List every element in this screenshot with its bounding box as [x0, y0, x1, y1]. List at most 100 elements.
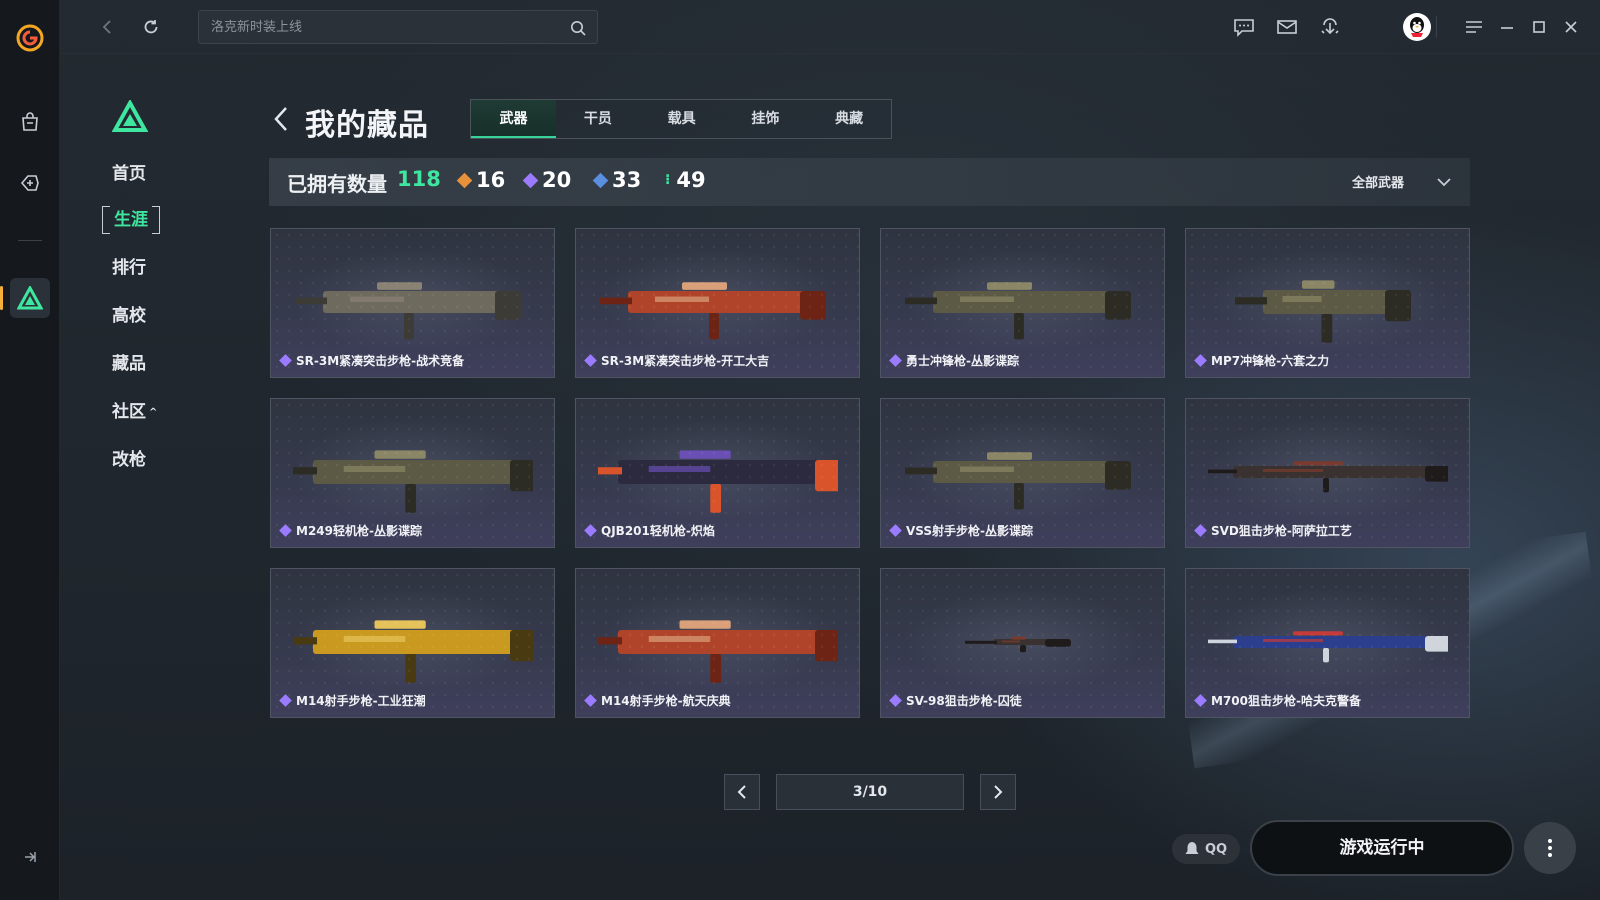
menu-item-gunsmith[interactable]: 改枪	[112, 446, 146, 474]
weapon-image	[598, 450, 838, 513]
weapon-name-label: QJB201轻机枪-炽焰	[601, 524, 715, 538]
purple-gem-icon	[522, 172, 539, 188]
weapon-image	[295, 282, 521, 340]
back-arrow-icon[interactable]	[94, 14, 120, 40]
menu-item-ranking[interactable]: 排行	[112, 254, 146, 282]
owned-count-value: 118	[397, 167, 441, 191]
vertical-dots-icon	[1548, 839, 1552, 857]
menu-item-community[interactable]: 社区 ^	[112, 398, 157, 426]
weapon-name-label: M14射手步枪-工业狂潮	[296, 694, 426, 708]
weapon-filter-dropdown[interactable]: 全部武器	[1352, 172, 1452, 191]
weapon-name: SVD狙击步枪-阿萨拉工艺	[1194, 522, 1352, 539]
weapon-card[interactable]: M249轻机枪-丛影谍踪	[270, 398, 555, 548]
weapon-name: 勇士冲锋枪-丛影谍踪	[889, 352, 1019, 369]
weapon-name: QJB201轻机枪-炽焰	[584, 522, 715, 539]
purple-gem-icon	[1194, 354, 1207, 367]
purple-gem-icon	[279, 524, 292, 537]
rarity-count-purple: 20	[522, 168, 572, 192]
rarity-value: 33	[612, 168, 642, 192]
weapon-name: SR-3M紧凑突击步枪-开工大吉	[584, 352, 770, 369]
blue-gem-icon	[592, 172, 609, 188]
menu-item-collection[interactable]: 藏品	[112, 350, 146, 378]
tab-vehicles[interactable]: 载具	[640, 100, 724, 138]
side-menu: 首页 生涯 排行 高校 藏品 社区 ^ 改枪	[60, 54, 260, 900]
weapon-image	[905, 452, 1131, 510]
weapon-grid: SR-3M紧凑突击步枪-战术竞备 SR-3M紧凑突击步枪-开工大吉 勇士冲锋枪-…	[270, 228, 1470, 718]
mail-icon[interactable]	[1275, 15, 1299, 39]
tab-charms[interactable]: 挂饰	[724, 100, 808, 138]
purple-gem-icon	[1194, 524, 1207, 537]
weapon-name-label: M14射手步枪-航天庆典	[601, 694, 731, 708]
weapon-image	[293, 450, 533, 513]
weapon-card[interactable]: QJB201轻机枪-炽焰	[575, 398, 860, 548]
weapon-image	[598, 620, 838, 683]
tab-archive[interactable]: 典藏	[807, 100, 891, 138]
weapon-image	[965, 636, 1071, 653]
menu-item-school[interactable]: 高校	[112, 302, 146, 330]
qq-bell-icon	[1185, 842, 1199, 854]
purple-gem-icon	[889, 354, 902, 367]
tag-plus-icon[interactable]	[10, 163, 50, 203]
weapon-filter-label: 全部武器	[1351, 176, 1404, 191]
weapon-name: M249轻机枪-丛影谍踪	[279, 522, 422, 539]
weapon-name-label: SR-3M紧凑突击步枪-开工大吉	[601, 354, 770, 368]
rarity-value: 16	[476, 168, 506, 192]
minimize-icon[interactable]	[1495, 15, 1519, 39]
topbar-divider	[1436, 16, 1437, 38]
menu-item-community-label: 社区	[112, 402, 146, 422]
page-indicator: 3/10	[776, 774, 964, 810]
close-icon[interactable]	[1559, 15, 1583, 39]
chat-icon[interactable]	[1232, 15, 1256, 39]
next-page-button[interactable]	[980, 774, 1016, 810]
maximize-icon[interactable]	[1527, 15, 1551, 39]
game-running-button[interactable]: 游戏运行中	[1250, 820, 1514, 876]
rarity-count-green: ⁝ 49	[665, 168, 706, 192]
delta-game-icon[interactable]	[0, 278, 50, 318]
top-bar	[60, 0, 1600, 54]
purple-gem-icon	[584, 694, 597, 707]
purple-gem-icon	[1194, 694, 1207, 707]
menu-icon[interactable]	[1462, 15, 1486, 39]
weapon-name-label: 勇士冲锋枪-丛影谍踪	[906, 354, 1019, 368]
weapon-card[interactable]: SR-3M紧凑突击步枪-战术竞备	[270, 228, 555, 378]
chevron-left-icon	[737, 785, 746, 799]
prev-page-button[interactable]	[724, 774, 760, 810]
chevron-right-icon	[994, 785, 1003, 799]
weapon-card[interactable]: M14射手步枪-工业狂潮	[270, 568, 555, 718]
app-logo-icon[interactable]	[10, 18, 50, 58]
search-icon[interactable]	[569, 19, 587, 37]
weapon-card[interactable]: M700狙击步枪-哈夫克警备	[1185, 568, 1470, 718]
weapon-card[interactable]: SR-3M紧凑突击步枪-开工大吉	[575, 228, 860, 378]
qq-login-badge[interactable]: QQ	[1172, 834, 1240, 864]
collapse-sidebar-icon[interactable]	[18, 845, 42, 869]
weapon-card[interactable]: SV-98狙击步枪-囚徒	[880, 568, 1165, 718]
weapon-card[interactable]: M14射手步枪-航天庆典	[575, 568, 860, 718]
weapon-card[interactable]: 勇士冲锋枪-丛影谍踪	[880, 228, 1165, 378]
user-avatar[interactable]	[1403, 13, 1431, 41]
weapon-name: SR-3M紧凑突击步枪-战术竞备	[279, 352, 464, 369]
download-icon[interactable]	[1318, 15, 1342, 39]
search-box	[198, 10, 598, 44]
weapon-card[interactable]: VSS射手步枪-丛影谍踪	[880, 398, 1165, 548]
weapon-card[interactable]: MP7冲锋枪-六套之力	[1185, 228, 1470, 378]
search-input[interactable]	[199, 11, 597, 43]
weapon-name: SV-98狙击步枪-囚徒	[889, 692, 1022, 709]
green-dot-icon: ⁝	[665, 172, 671, 188]
refresh-icon[interactable]	[138, 14, 164, 40]
weapon-image	[1235, 280, 1411, 343]
weapon-name: M14射手步枪-航天庆典	[584, 692, 731, 709]
tab-weapons[interactable]: 武器	[471, 100, 556, 138]
shop-bag-icon[interactable]	[10, 102, 50, 142]
rarity-count-orange: 16	[456, 168, 506, 192]
rarity-value: 20	[542, 168, 572, 192]
weapon-card[interactable]: SVD狙击步枪-阿萨拉工艺	[1185, 398, 1470, 548]
tab-operators[interactable]: 干员	[556, 100, 640, 138]
weapon-name-label: VSS射手步枪-丛影谍踪	[906, 524, 1034, 538]
page-back-icon[interactable]	[270, 104, 292, 134]
delta-logo-icon	[111, 98, 149, 134]
menu-item-career[interactable]: 生涯	[102, 206, 160, 234]
weapon-name: M700狙击步枪-哈夫克警备	[1194, 692, 1361, 709]
weapon-image	[1208, 461, 1448, 493]
menu-item-home[interactable]: 首页	[112, 160, 146, 188]
more-options-button[interactable]	[1524, 822, 1576, 874]
